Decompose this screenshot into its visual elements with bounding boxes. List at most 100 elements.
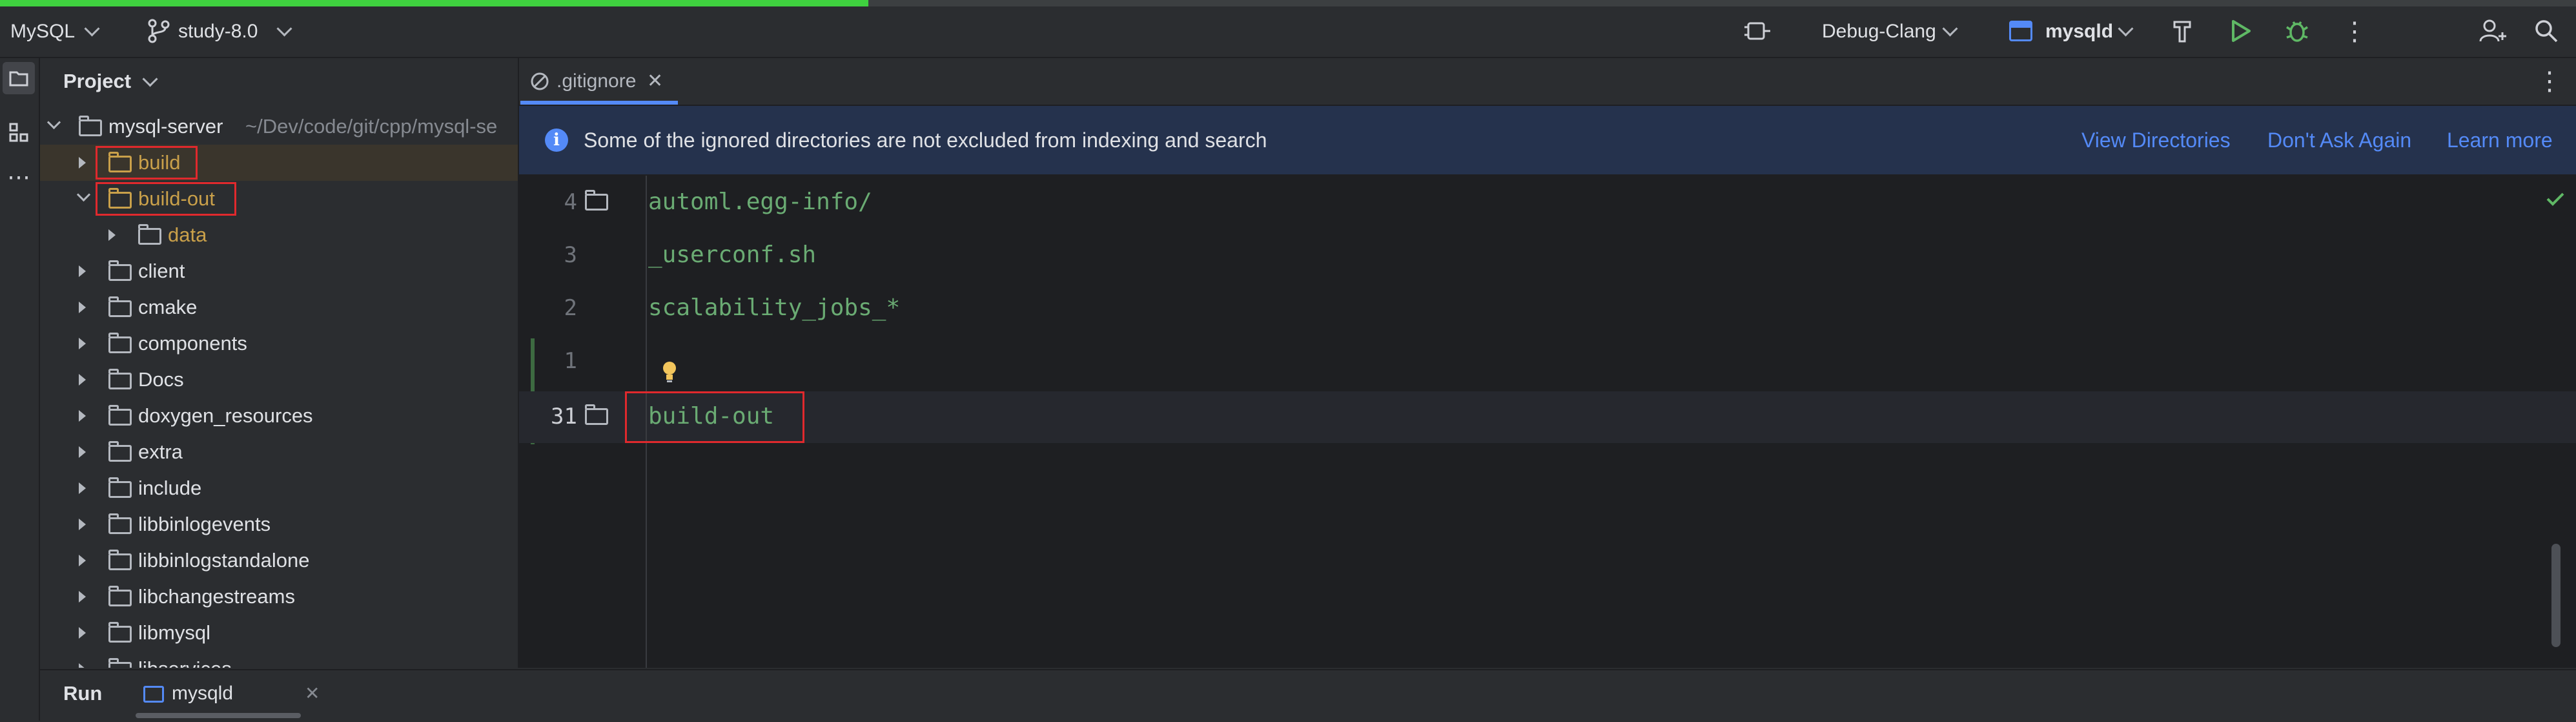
indexing-notification-banner: i Some of the ignored directories are no… [519, 106, 2576, 176]
code-line: _userconf.sh [648, 242, 817, 268]
code-line: scalability_jobs_* [648, 294, 901, 321]
project-panel-title[interactable]: Project [63, 58, 131, 105]
folder-icon [108, 477, 132, 498]
debug-icon[interactable] [2284, 18, 2310, 44]
view-directories-link[interactable]: View Directories [2081, 106, 2231, 174]
run-tab-label: mysqld [172, 683, 234, 704]
vertical-scrollbar[interactable] [2551, 544, 2561, 647]
expand-arrow-icon[interactable] [79, 374, 86, 386]
expand-arrow-icon[interactable] [79, 627, 86, 639]
expand-arrow-icon[interactable] [79, 157, 86, 169]
tree-row-build[interactable]: build [40, 145, 518, 181]
build-hammer-icon[interactable] [2171, 18, 2196, 44]
folder-icon [79, 116, 102, 136]
tree-row-data[interactable]: data [40, 217, 518, 253]
folder-icon [108, 152, 132, 172]
project-panel: Project mysql-server ~/Dev/code/git/cpp/… [40, 58, 519, 668]
lightbulb-icon[interactable] [661, 360, 678, 384]
banner-message: Some of the ignored directories are not … [584, 129, 1267, 152]
expand-arrow-icon[interactable] [79, 410, 86, 422]
structure-tool-button[interactable] [3, 116, 35, 149]
expand-arrow-icon[interactable] [79, 555, 86, 566]
chevron-down-icon[interactable] [142, 71, 158, 87]
tree-row-client[interactable]: client [40, 253, 518, 289]
tree-item-label: libmysql [138, 621, 210, 644]
tree-row-docs[interactable]: Docs [40, 362, 518, 398]
expand-arrow-icon[interactable] [79, 591, 86, 603]
expand-arrow-icon[interactable] [79, 302, 86, 313]
close-icon[interactable]: ✕ [305, 670, 320, 717]
tree-item-label: libservices [138, 651, 232, 668]
run-tab-mysqld[interactable]: mysqld ✕ [130, 670, 343, 717]
run-tool-label[interactable]: Run [63, 670, 102, 717]
folder-icon [108, 658, 132, 668]
horizontal-scrollbar[interactable] [136, 713, 301, 718]
tree-row-libbinlogevents[interactable]: libbinlogevents [40, 506, 518, 542]
folder-icon [108, 586, 132, 606]
expand-arrow-icon[interactable] [79, 519, 86, 530]
close-icon[interactable]: ✕ [647, 58, 663, 105]
tree-item-label: build-out [138, 187, 215, 210]
folder-icon [585, 190, 608, 211]
tree-row-libmysql[interactable]: libmysql [40, 615, 518, 651]
run-configuration-selector[interactable]: Debug-Clang [1822, 6, 1936, 57]
run-icon[interactable] [2227, 18, 2253, 44]
tree-row-root[interactable]: mysql-server ~/Dev/code/git/cpp/mysql-se [40, 108, 518, 145]
tree-item-label: libbinlogevents [138, 513, 271, 535]
editor-tab-bar: .gitignore ✕ ⋮ [519, 58, 2576, 106]
tree-root-name: mysql-server [108, 115, 223, 138]
tree-item-label: Docs [138, 368, 184, 391]
tree-row-build-out[interactable]: build-out [40, 181, 518, 217]
tree-row-libbinlogstandalone[interactable]: libbinlogstandalone [40, 542, 518, 579]
tree-row-libchangestreams[interactable]: libchangestreams [40, 579, 518, 615]
project-name: MySQL [10, 21, 76, 42]
collapse-arrow-icon[interactable] [46, 115, 61, 130]
branch-icon[interactable] [146, 18, 172, 44]
expand-arrow-icon[interactable] [79, 663, 86, 668]
more-actions-icon[interactable]: ⋮ [2533, 58, 2566, 105]
tree-row-doxygen-resources[interactable]: doxygen_resources [40, 398, 518, 434]
tree-row-cmake[interactable]: cmake [40, 289, 518, 325]
collapse-arrow-icon[interactable] [76, 187, 91, 202]
expand-arrow-icon[interactable] [79, 265, 86, 277]
line-number: 31 [551, 404, 577, 429]
branch-selector[interactable]: study-8.0 [178, 6, 258, 57]
indexing-progress-bar [0, 0, 2576, 6]
folder-icon [108, 296, 132, 317]
line-number: 4 [564, 189, 577, 215]
project-tool-button[interactable] [3, 62, 35, 94]
tree-row-extra[interactable]: extra [40, 434, 518, 470]
build-settings-icon[interactable] [1743, 18, 1772, 44]
more-actions-icon[interactable]: ⋮ [2338, 6, 2371, 57]
code-line: build-out [648, 403, 775, 429]
tree-row-libservices[interactable]: libservices [40, 651, 518, 668]
bottom-tool-bar: Run mysqld ✕ [40, 669, 2576, 722]
tab-gitignore[interactable]: .gitignore ✕ [520, 58, 678, 105]
folder-icon [108, 513, 132, 534]
target-selector[interactable]: mysqld [2045, 6, 2113, 57]
project-switcher[interactable]: MySQL [10, 6, 75, 57]
chevron-down-icon[interactable] [1942, 21, 1958, 37]
expand-arrow-icon[interactable] [79, 338, 86, 349]
chevron-down-icon[interactable] [84, 21, 100, 37]
tree-row-components[interactable]: components [40, 325, 518, 362]
learn-more-link[interactable]: Learn more [2447, 106, 2553, 174]
target-icon [2009, 21, 2032, 41]
tree-row-include[interactable]: include [40, 470, 518, 506]
search-icon[interactable] [2533, 18, 2559, 44]
folder-icon [108, 260, 132, 281]
expand-arrow-icon[interactable] [79, 446, 86, 458]
tree-item-label: extra [138, 440, 183, 463]
expand-arrow-icon[interactable] [108, 229, 116, 241]
dont-ask-again-link[interactable]: Don't Ask Again [2267, 106, 2411, 174]
chevron-down-icon[interactable] [2118, 21, 2134, 37]
branch-name: study-8.0 [178, 21, 258, 42]
code-editor[interactable]: 4 3 2 1 31 automl.egg-info/ _userconf.sh… [519, 176, 2576, 668]
folder-icon [138, 224, 161, 245]
title-bar: MySQL study-8.0 Debug-Clang mysqld ⋮ [0, 6, 2576, 58]
chevron-down-icon[interactable] [276, 21, 292, 37]
more-tools-icon[interactable]: ⋯ [3, 164, 35, 196]
add-user-icon[interactable] [2479, 18, 2508, 44]
progress-fill [0, 0, 868, 6]
expand-arrow-icon[interactable] [79, 482, 86, 494]
